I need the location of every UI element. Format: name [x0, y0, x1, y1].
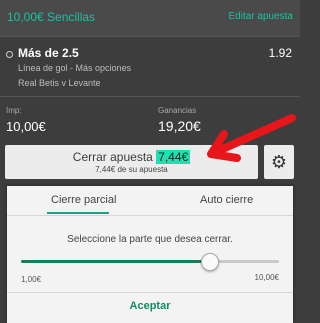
panel-divider — [7, 292, 293, 293]
slider-thumb[interactable] — [201, 253, 220, 271]
tab-divider — [7, 215, 293, 216]
slider-min-label: 1,00€ — [21, 275, 42, 284]
cashout-prompt: Seleccione la parte que desea cerrar. — [67, 234, 233, 245]
accept-button[interactable]: Aceptar — [7, 300, 293, 312]
tab-auto-cashout[interactable]: Auto cierre — [200, 194, 253, 206]
cashout-slider[interactable] — [21, 253, 279, 271]
active-tab-indicator — [47, 212, 109, 214]
slider-fill — [21, 260, 210, 263]
slider-max-label: 10,00€ — [254, 273, 279, 282]
cashout-panel: Cierre parcial Auto cierre Seleccione la… — [7, 186, 293, 323]
tab-partial-cashout[interactable]: Cierre parcial — [51, 194, 116, 206]
